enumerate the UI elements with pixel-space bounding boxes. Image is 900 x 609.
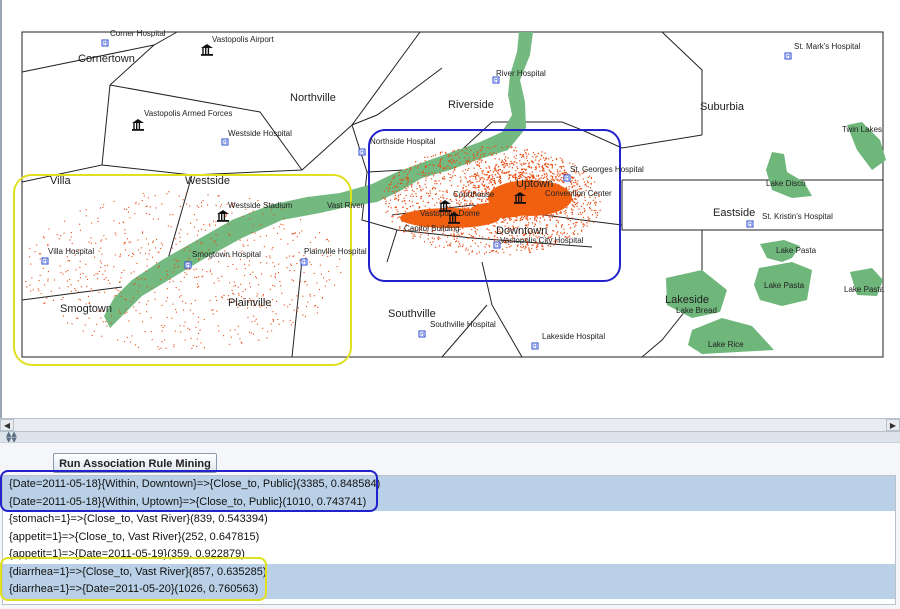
label-lake-pasta-3: Lake Pasta	[844, 285, 885, 294]
svg-text:H: H	[786, 54, 790, 60]
svg-text:H: H	[360, 150, 364, 156]
region-riverside: Riverside	[448, 99, 494, 111]
label-river-hospital: River Hospital	[496, 69, 546, 78]
region-eastside: Eastside	[713, 207, 755, 219]
horizontal-scrollbar[interactable]: ◀ ▶	[0, 418, 900, 432]
svg-text:H: H	[302, 260, 306, 266]
label-westside-hospital: Westside Hospital	[228, 129, 292, 138]
label-lake-bread: Lake Bread	[676, 306, 717, 315]
svg-text:H: H	[103, 41, 107, 47]
rule-row[interactable]: {Date=2011-05-18}{Within, Uptown}=>{Clos…	[3, 493, 895, 511]
label-northside-hospital: Northside Hospital	[370, 137, 436, 146]
hospital-icon: H	[493, 241, 501, 249]
label-st-marks: St. Mark's Hospital	[794, 42, 861, 51]
svg-text:H: H	[223, 140, 227, 146]
label-capitol-building: Capitol Building	[404, 224, 460, 233]
svg-text:H: H	[495, 243, 499, 249]
svg-text:H: H	[748, 222, 752, 228]
rule-list[interactable]: {Date=2011-05-18}{Within, Downtown}=>{Cl…	[2, 475, 896, 605]
label-plainville-hospital: Plainville Hospital	[304, 247, 367, 256]
region-northville: Northville	[290, 92, 336, 104]
hospital-icon: H	[492, 76, 500, 84]
svg-text:H: H	[420, 332, 424, 338]
label-lake-pasta-2: Lake Pasta	[764, 281, 805, 290]
rule-row[interactable]: {Date=2011-05-18}{Within, Downtown}=>{Cl…	[3, 476, 895, 494]
label-st-georges: St. Georges Hospital	[570, 165, 644, 174]
hospital-icon: H	[41, 257, 49, 265]
hospital-icon: H	[746, 220, 754, 228]
label-courthouse: Courthouse	[453, 190, 495, 199]
label-lake-disco: Lake Disco	[766, 179, 806, 188]
region-plainville: Plainville	[228, 297, 271, 309]
scroll-right-icon[interactable]: ▶	[886, 419, 900, 431]
hospital-icon: H	[101, 39, 109, 47]
label-lake-rice: Lake Rice	[708, 340, 744, 349]
label-twin-lakes: Twin Lakes	[842, 125, 882, 134]
label-city-hospital: Vastopolis City Hospital	[500, 236, 584, 245]
svg-text:H: H	[533, 344, 537, 350]
hospital-icon: H	[418, 330, 426, 338]
hospital-icon: H	[784, 52, 792, 60]
label-lakeside-hospital: Lakeside Hospital	[542, 332, 605, 341]
region-southville: Southville	[388, 308, 436, 320]
rule-row[interactable]: {diarrhea=1}=>{Date=2011-05-20}(1026, 0.…	[3, 581, 895, 599]
label-convention-center: Convention Center	[545, 189, 612, 198]
hospital-icon: H	[358, 148, 366, 156]
region-suburbia: Suburbia	[700, 101, 745, 113]
label-armed-forces: Vastopolis Armed Forces	[144, 109, 232, 118]
label-southville-hospital: Southville Hospital	[430, 320, 496, 329]
label-westside-stadium: Westside Stadium	[228, 201, 293, 210]
split-pane-divider[interactable]: ▲▲ ▼▼	[0, 431, 900, 444]
hospital-icon: H	[300, 258, 308, 266]
label-st-kristins: St. Kristin's Hospital	[762, 212, 833, 221]
label-vast-river: Vast River	[327, 201, 364, 210]
region-lakeside: Lakeside	[665, 294, 709, 306]
label-corner-hospital: Corner Hospital	[110, 29, 166, 38]
region-westside: Westside	[185, 175, 230, 187]
region-smogtown: Smogtown	[60, 303, 112, 315]
hospital-icon: H	[184, 261, 192, 269]
label-villa-hospital: Villa Hospital	[48, 247, 94, 256]
hospital-icon: H	[563, 174, 571, 182]
region-cornertown: Cornertown	[78, 53, 135, 65]
hospital-icon: H	[531, 342, 539, 350]
svg-text:H: H	[494, 78, 498, 84]
svg-text:H: H	[565, 176, 569, 182]
hospital-icon: H	[221, 138, 229, 146]
rule-row[interactable]: {stomach=1}=>{Close_to, Vast River}(839,…	[3, 511, 895, 529]
svg-text:H: H	[43, 259, 47, 265]
rule-row[interactable]: {diarrhea=1}=>{Close_to, Vast River}(857…	[3, 563, 895, 581]
region-villa: Villa	[50, 175, 71, 187]
label-lake-pasta-1: Lake Pasta	[776, 246, 817, 255]
svg-text:H: H	[186, 263, 190, 269]
rule-mining-panel: Run Association Rule Mining {Date=2011-0…	[0, 442, 900, 609]
rule-row[interactable]: {appetit=1}=>{Close_to, Vast River}(252,…	[3, 529, 895, 547]
map-view[interactable]: Cornertown Northville Riverside Suburbia…	[2, 0, 900, 418]
map-panel[interactable]: Cornertown Northville Riverside Suburbia…	[0, 0, 900, 418]
rule-row[interactable]: {appetit=1}=>{Date=2011-05-19}(359, 0.92…	[3, 546, 895, 564]
label-smogtown-hospital: Smogtown Hospital	[192, 250, 261, 259]
run-association-rule-mining-button[interactable]: Run Association Rule Mining	[53, 453, 217, 473]
label-airport: Vastopolis Airport	[212, 35, 274, 44]
